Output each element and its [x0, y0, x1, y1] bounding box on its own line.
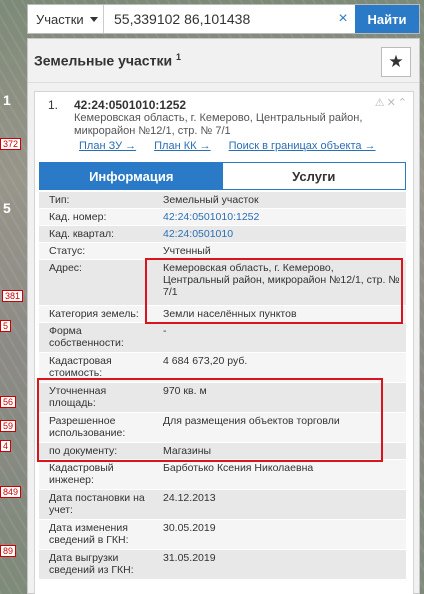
- row-value: Земельный участок: [163, 194, 259, 206]
- panel-title-text: Земельные участки: [34, 52, 173, 69]
- search-type-select[interactable]: Участки: [28, 5, 104, 33]
- map-parcel-tag[interactable]: 5: [0, 320, 12, 332]
- favorite-button[interactable]: ★: [381, 47, 411, 77]
- table-row: Дата постановки на учет: 24.12.2013: [39, 490, 406, 520]
- panel-header: Земельные участки 1: [28, 39, 419, 83]
- map-parcel-tag[interactable]: 4: [0, 440, 12, 452]
- map-label: 5: [3, 200, 11, 216]
- chevron-down-icon: [89, 16, 98, 22]
- panel-title: Земельные участки 1: [34, 52, 181, 69]
- row-value: 31.05.2019: [163, 552, 216, 564]
- row-label: Дата изменения сведений в ГКН:: [49, 522, 129, 546]
- map-parcel-tag[interactable]: 381: [2, 290, 24, 302]
- row-label: Уточненная площадь:: [49, 385, 107, 409]
- row-value: Барботько Ксения Николаевна: [163, 462, 314, 474]
- row-value: Кемеровская область, г. Кемерово, Центра…: [163, 262, 400, 298]
- info-table: Тип: Земельный участок Кад. номер: 42:24:0…: [39, 192, 406, 580]
- search-type-label: Участки: [36, 11, 84, 27]
- row-label: Дата выгрузки сведений из ГКН:: [49, 552, 134, 576]
- row-label: Дата постановки на учет:: [49, 492, 145, 516]
- result-card: 1. 42:24:0501010:1252 ⚠✕⌃ Кемеровская об…: [34, 91, 414, 594]
- table-row: Статус: Учтенный: [39, 243, 406, 260]
- table-row: Кад. номер: 42:24:0501010:1252: [39, 209, 406, 226]
- clear-icon[interactable]: ×: [331, 10, 355, 28]
- map-label: 1: [3, 92, 11, 108]
- row-label: Форма собственности:: [49, 325, 124, 349]
- row-value: 30.05.2019: [163, 522, 216, 534]
- star-icon: ★: [388, 52, 404, 71]
- row-label: по документу:: [49, 445, 118, 457]
- row-value: 24.12.2013: [163, 492, 216, 504]
- search-bar: Участки × Найти: [27, 4, 420, 34]
- row-label: Адрес:: [49, 262, 82, 274]
- row-label: Кадастровый инженер:: [49, 462, 114, 486]
- result-index: 1.: [48, 98, 59, 112]
- row-value: -: [163, 325, 167, 337]
- row-value: 970 кв. м: [163, 385, 207, 397]
- tab-info[interactable]: Информация: [40, 163, 223, 189]
- result-address: Кемеровская область, г. Кемерово, Центра…: [74, 112, 363, 137]
- map-parcel-tag[interactable]: 372: [0, 138, 22, 150]
- table-row: Тип: Земельный участок: [39, 192, 406, 209]
- map-parcel-tag[interactable]: 89: [0, 545, 17, 557]
- result-cad-number[interactable]: 42:24:0501010:1252: [74, 98, 186, 112]
- map-parcel-tag[interactable]: 849: [0, 486, 22, 498]
- find-button[interactable]: Найти: [355, 5, 419, 33]
- card-action-icons[interactable]: ⚠✕⌃: [375, 96, 409, 109]
- row-value: Для размещения объектов торговли: [163, 415, 340, 427]
- table-row: Кадастровая стоимость: 4 684 673,20 руб.: [39, 353, 406, 383]
- row-label: Кад. квартал:: [49, 228, 114, 240]
- table-row: Разрешенное использование: Для размещения…: [39, 413, 406, 443]
- map-parcel-tag[interactable]: 56: [0, 396, 17, 408]
- row-label: Кад. номер:: [49, 211, 107, 223]
- table-row: Уточненная площадь: 970 кв. м: [39, 383, 406, 413]
- plan-kk-link[interactable]: План КК →: [154, 140, 210, 152]
- table-row: Категория земель: Земли населённых пункто…: [39, 306, 406, 323]
- map-parcel-tag[interactable]: 59: [0, 420, 17, 432]
- table-row: Кадастровый инженер: Барботько Ксения Ник…: [39, 460, 406, 490]
- row-value: Учтенный: [163, 245, 211, 257]
- table-row: Кад. квартал: 42:24:0501010: [39, 226, 406, 243]
- row-value-link[interactable]: 42:24:0501010: [159, 226, 406, 242]
- row-label: Категория земель:: [49, 308, 139, 320]
- row-label: Тип:: [49, 194, 70, 206]
- search-input[interactable]: [104, 5, 331, 33]
- table-row: по документу: Магазины: [39, 443, 406, 460]
- row-label: Статус:: [49, 245, 86, 257]
- row-value: 4 684 673,20 руб.: [163, 355, 248, 367]
- card-tabs: Информация Услуги: [39, 162, 406, 190]
- table-row: Дата изменения сведений в ГКН: 30.05.2019: [39, 520, 406, 550]
- table-row: Адрес: Кемеровская область, г. Кемерово, …: [39, 260, 406, 306]
- table-row: Форма собственности: -: [39, 323, 406, 353]
- row-label: Кадастровая стоимость:: [49, 355, 112, 379]
- search-in-bounds-link[interactable]: Поиск в границах объекта →: [229, 140, 376, 152]
- card-links: План ЗУ → План КК → Поиск в границах объ…: [79, 140, 394, 152]
- row-label: Разрешенное использование:: [49, 415, 126, 439]
- row-value: Магазины: [163, 445, 212, 457]
- plan-zu-link[interactable]: План ЗУ →: [79, 140, 136, 152]
- table-row: Дата выгрузки сведений из ГКН: 31.05.2019: [39, 550, 406, 580]
- tab-services[interactable]: Услуги: [222, 163, 405, 189]
- result-count: 1: [175, 52, 181, 63]
- row-value: Земли населённых пунктов: [163, 308, 297, 320]
- results-panel: Земельные участки 1 ★ 1. 42:24:0501010:1…: [27, 38, 420, 594]
- row-value-link[interactable]: 42:24:0501010:1252: [159, 209, 406, 225]
